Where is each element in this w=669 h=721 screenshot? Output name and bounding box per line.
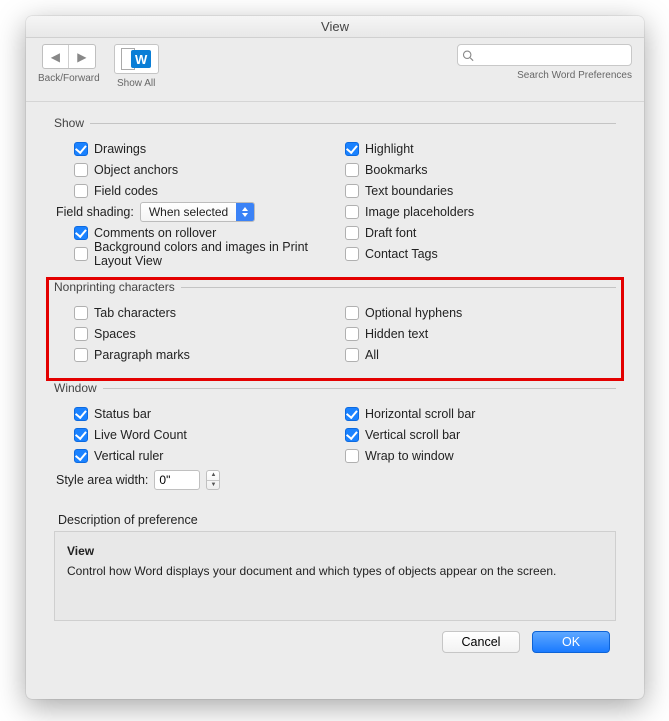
label-v-scroll-bar: Vertical scroll bar [365, 428, 460, 442]
label-live-word-count: Live Word Count [94, 428, 187, 442]
group-window-title: Window [54, 381, 616, 395]
label-optional-hyphens: Optional hyphens [365, 306, 462, 320]
description-body: Control how Word displays your document … [67, 564, 556, 578]
style-area-width-label: Style area width: [56, 473, 148, 487]
label-vertical-ruler: Vertical ruler [94, 449, 163, 463]
checkbox-contact-tags[interactable] [345, 247, 359, 261]
checkbox-wrap-to-window[interactable] [345, 449, 359, 463]
back-button[interactable]: ◀ [43, 45, 69, 68]
label-all: All [365, 348, 379, 362]
cancel-button[interactable]: Cancel [442, 631, 520, 653]
field-shading-value: When selected [141, 205, 236, 219]
checkbox-highlight[interactable] [345, 142, 359, 156]
group-nonprinting: Nonprinting characters Tab characters Sp… [54, 280, 616, 376]
preferences-window: View ◀ ▶ Back/Forward W Show All Search … [26, 16, 644, 699]
search-label: Search Word Preferences [517, 70, 632, 81]
checkbox-object-anchors[interactable] [74, 163, 88, 177]
group-nonprinting-title: Nonprinting characters [54, 280, 616, 294]
checkbox-field-codes[interactable] [74, 184, 88, 198]
stepper-down-icon: ▼ [207, 481, 219, 490]
word-icon: W [131, 50, 151, 68]
highlight-nonprinting: Nonprinting characters Tab characters Sp… [46, 277, 624, 381]
show-all-label: Show All [117, 78, 155, 89]
label-spaces: Spaces [94, 327, 136, 341]
checkbox-hidden-text[interactable] [345, 327, 359, 341]
label-highlight: Highlight [365, 142, 414, 156]
label-h-scroll-bar: Horizontal scroll bar [365, 407, 475, 421]
description-heading: Description of preference [58, 513, 616, 527]
group-window: Window Status bar Live Word Count Vertic… [54, 381, 616, 501]
style-area-width-stepper[interactable]: ▲ ▼ [206, 470, 220, 490]
window-titlebar: View [26, 16, 644, 38]
label-object-anchors: Object anchors [94, 163, 178, 177]
field-shading-label: Field shading: [56, 205, 134, 219]
checkbox-paragraph-marks[interactable] [74, 348, 88, 362]
checkbox-text-boundaries[interactable] [345, 184, 359, 198]
back-forward-group: ◀ ▶ Back/Forward [38, 44, 100, 84]
show-all-group: W Show All [114, 44, 159, 89]
stepper-up-icon: ▲ [207, 471, 219, 481]
show-all-button[interactable]: W [114, 44, 159, 74]
back-forward-control: ◀ ▶ [42, 44, 96, 69]
checkbox-comments-rollover[interactable] [74, 226, 88, 240]
label-draft-font: Draft font [365, 226, 416, 240]
checkbox-spaces[interactable] [74, 327, 88, 341]
label-text-boundaries: Text boundaries [365, 184, 453, 198]
checkbox-v-scroll-bar[interactable] [345, 428, 359, 442]
checkbox-bookmarks[interactable] [345, 163, 359, 177]
label-drawings: Drawings [94, 142, 146, 156]
label-wrap-to-window: Wrap to window [365, 449, 454, 463]
checkbox-image-placeholders[interactable] [345, 205, 359, 219]
label-status-bar: Status bar [94, 407, 151, 421]
checkbox-optional-hyphens[interactable] [345, 306, 359, 320]
checkbox-live-word-count[interactable] [74, 428, 88, 442]
search-icon [462, 49, 474, 62]
toolbar: ◀ ▶ Back/Forward W Show All Search Word … [26, 38, 644, 102]
search-group: Search Word Preferences [457, 44, 632, 81]
checkbox-draft-font[interactable] [345, 226, 359, 240]
label-field-codes: Field codes [94, 184, 158, 198]
label-bookmarks: Bookmarks [365, 163, 428, 177]
search-field[interactable] [457, 44, 632, 66]
select-arrows-icon [236, 203, 254, 221]
forward-button[interactable]: ▶ [69, 45, 95, 68]
checkbox-bg-colors-images[interactable] [74, 247, 88, 261]
label-paragraph-marks: Paragraph marks [94, 348, 190, 362]
field-shading-select[interactable]: When selected [140, 202, 255, 222]
checkbox-drawings[interactable] [74, 142, 88, 156]
style-area-width-input[interactable] [154, 470, 200, 490]
checkbox-tab-characters[interactable] [74, 306, 88, 320]
label-hidden-text: Hidden text [365, 327, 428, 341]
description-box: View Control how Word displays your docu… [54, 531, 616, 621]
checkbox-status-bar[interactable] [74, 407, 88, 421]
ok-button[interactable]: OK [532, 631, 610, 653]
label-bg-colors-images: Background colors and images in Print La… [94, 240, 345, 268]
label-comments-rollover: Comments on rollover [94, 226, 216, 240]
checkbox-h-scroll-bar[interactable] [345, 407, 359, 421]
window-title: View [321, 19, 349, 34]
search-input[interactable] [476, 47, 627, 63]
description-title: View [67, 542, 603, 560]
group-show-title: Show [54, 116, 616, 130]
checkbox-vertical-ruler[interactable] [74, 449, 88, 463]
footer-buttons: Cancel OK [54, 621, 616, 653]
label-contact-tags: Contact Tags [365, 247, 438, 261]
back-forward-label: Back/Forward [38, 73, 100, 84]
checkbox-all[interactable] [345, 348, 359, 362]
label-tab-characters: Tab characters [94, 306, 176, 320]
label-image-placeholders: Image placeholders [365, 205, 474, 219]
group-show: Show Drawings Object anchors Field codes… [54, 116, 616, 275]
